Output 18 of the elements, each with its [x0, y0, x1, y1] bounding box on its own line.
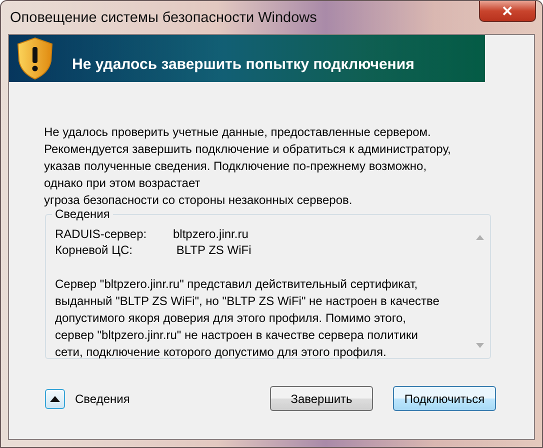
- details-text: Сервер "bltpzero.jinr.ru" представил действительный сертификат, выданный "BLTP ZS WiFi", но "BLTP ZS WiFi" не настроен в качестве допустимого якоря доверия для этого профиля. Помимо этого, сервер "bltpzero.jinr.ru" не настроен в качестве сервера политики сети, подключение которого допустимо для этого профиля.: [55, 276, 440, 361]
- window-title: Оповещение системы безопасности Windows: [9, 9, 317, 28]
- message-text: Не удалось проверить учетные данные, предоставленные сервером. Рекомендуется завершить подключение и обратиться к администратору, указав полученные сведения. Подключение по-прежнему возможно, однако при этом возрастает угроза безопасности со стороны незаконных серверов.: [44, 124, 452, 209]
- connect-button[interactable]: Подключиться: [393, 386, 496, 411]
- field-value: BLTP ZS WiFi: [175, 242, 252, 258]
- warning-shield-icon: [16, 37, 54, 80]
- field-value: bltpzero.jinr.ru: [173, 226, 248, 242]
- disconnect-button[interactable]: Завершить: [270, 386, 373, 411]
- collapse-arrow-icon: [50, 395, 60, 402]
- scroll-up-icon[interactable]: [476, 235, 484, 240]
- groupbox-legend: Сведения: [52, 207, 113, 222]
- field-label: Корневой ЦС:: [55, 242, 134, 258]
- details-toggle-button[interactable]: [45, 388, 65, 408]
- details-toggle-label: Сведения: [75, 390, 130, 408]
- banner-title: Не удалось завершить попытку подключения: [72, 55, 414, 76]
- scroll-down-icon[interactable]: [476, 343, 484, 348]
- field-label: RADUIS-сервер:: [55, 226, 148, 242]
- close-button[interactable]: ✕: [479, 1, 536, 22]
